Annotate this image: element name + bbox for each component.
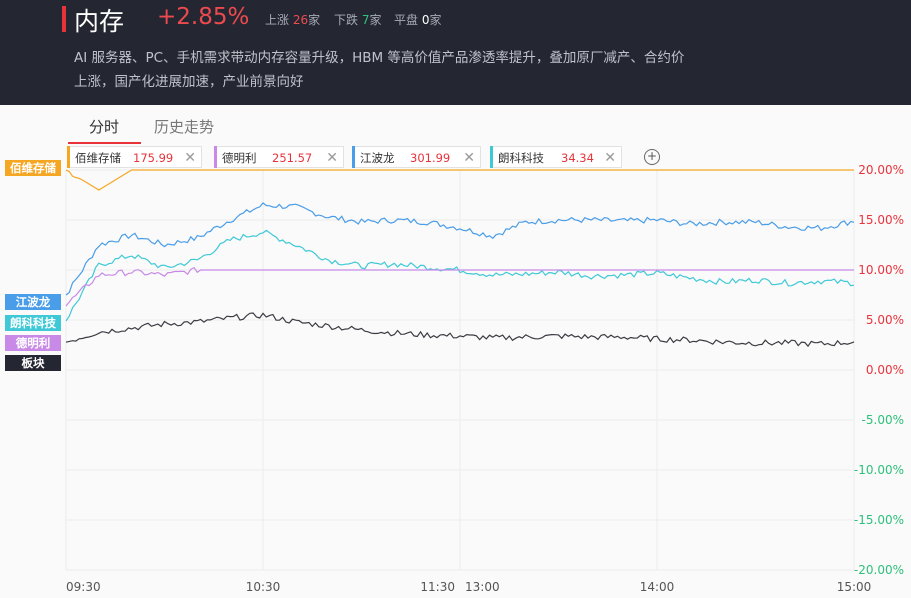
tag-demingli: 德明利	[5, 335, 61, 351]
y-tick-label: -5.00%	[862, 413, 904, 427]
x-tick-label: 13:00	[465, 580, 500, 594]
x-tick-label: 14:00	[640, 580, 675, 594]
x-tick-label: 11:30	[420, 580, 455, 594]
tag-sector: 板块	[5, 355, 61, 371]
y-tick-label: -10.00%	[854, 463, 904, 477]
tag-langke: 朗科科技	[5, 315, 61, 331]
y-tick-label: 10.00%	[858, 263, 904, 277]
y-tick-label: 20.00%	[858, 163, 904, 177]
x-tick-label: 10:30	[246, 580, 281, 594]
tag-baiwei: 佰维存储	[5, 160, 61, 176]
tag-jiangbolong: 江波龙	[5, 294, 61, 310]
y-tick-label: 15.00%	[858, 213, 904, 227]
y-tick-label: 0.00%	[866, 363, 904, 377]
intraday-chart: 20.00% 15.00% 10.00% 5.00% 0.00% -5.00% -10.00…	[65, 163, 904, 594]
y-tick-label: -15.00%	[854, 513, 904, 527]
y-tick-label: 5.00%	[866, 313, 904, 327]
y-tick-label: -20.00%	[854, 563, 904, 577]
x-tick-label: 15:00	[837, 580, 872, 594]
x-tick-label: 09:30	[66, 580, 101, 594]
